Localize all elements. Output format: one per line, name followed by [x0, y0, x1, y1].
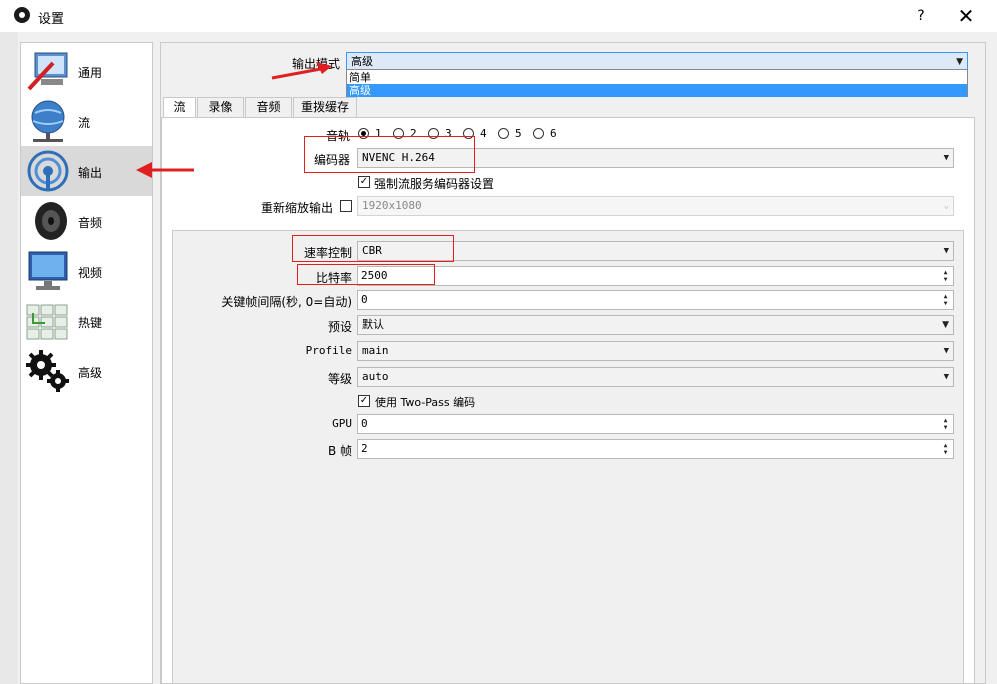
settings-sidebar: 通用 流 输出 音频 视频 热键 高级 [20, 42, 153, 684]
sidebar-item-general[interactable]: 通用 [21, 46, 152, 96]
sidebar-item-label: 高级 [78, 366, 103, 380]
profile-select[interactable]: main ▼ [357, 341, 954, 361]
enforce-settings-label: 强制流服务编码器设置 [374, 177, 495, 191]
sidebar-item-label: 音频 [78, 216, 103, 230]
rescale-label: 重新缩放输出 [260, 201, 333, 215]
chevron-down-icon: ▼ [943, 153, 949, 163]
two-pass-checkbox[interactable]: ✓ [358, 395, 370, 407]
sidebar-item-label: 输出 [78, 166, 103, 180]
keyframe-interval-label: 关键帧间隔(秒, 0=自动) [221, 295, 352, 309]
gpu-label: GPU [332, 417, 352, 430]
track-label-6: 6 [550, 127, 557, 140]
sidebar-item-audio[interactable]: 音频 [21, 196, 152, 246]
b-frames-spinbox[interactable]: 2 ▲ ▼ [357, 439, 954, 459]
output-mode-dropdown-list: 简单 高级 [346, 69, 968, 97]
annotation-box-bitrate [297, 264, 435, 285]
sidebar-item-hotkeys[interactable]: 热键 [21, 296, 152, 346]
tab-replay-buffer[interactable]: 重拨缓存 [293, 97, 357, 117]
profile-label: Profile [305, 344, 352, 357]
keyboard-icon [26, 304, 68, 340]
title-bar [0, 0, 997, 32]
track-label-4: 4 [480, 127, 487, 140]
annotation-arrow-output [136, 162, 194, 178]
help-button[interactable]: ? [910, 6, 932, 26]
sidebar-item-stream[interactable]: 流 [21, 96, 152, 146]
b-frames-label: B 帧 [327, 444, 352, 458]
spin-arrows-icon[interactable]: ▲ ▼ [940, 442, 951, 456]
spin-arrows-icon[interactable]: ▲ ▼ [940, 293, 951, 307]
keyframe-interval-spinbox[interactable]: 0 ▲ ▼ [357, 290, 954, 310]
track-label-5: 5 [515, 127, 522, 140]
dropdown-option-advanced[interactable]: 高级 [347, 84, 967, 97]
tab-stream[interactable]: 流 [163, 97, 196, 118]
track-radio-5[interactable] [498, 128, 509, 139]
track-radio-6[interactable] [533, 128, 544, 139]
annotation-box-encoder [304, 136, 475, 173]
chevron-down-icon: ▼ [943, 346, 949, 356]
gpu-spinbox[interactable]: 0 ▲ ▼ [357, 414, 954, 434]
preset-select[interactable]: 默认 ▼ [357, 315, 954, 335]
enforce-settings-checkbox[interactable]: ✓ [358, 176, 370, 188]
sidebar-item-output[interactable]: 输出 [21, 146, 152, 196]
monitor-icon [28, 251, 68, 290]
two-pass-label: 使用 Two-Pass 编码 [375, 396, 476, 409]
general-icon [27, 52, 68, 91]
dropdown-option-simple[interactable]: 简单 [347, 71, 967, 84]
sidebar-item-advanced[interactable]: 高级 [21, 346, 152, 396]
chevron-down-icon: ▼ [943, 372, 949, 382]
sidebar-item-label: 热键 [78, 316, 103, 330]
spin-arrows-icon[interactable]: ▲ ▼ [940, 269, 951, 283]
obs-logo-icon [14, 7, 30, 23]
tab-audio[interactable]: 音频 [245, 97, 292, 117]
chevron-down-icon: ⌄ [943, 201, 949, 211]
level-label: 等级 [327, 372, 352, 386]
gears-icon [26, 350, 69, 392]
bitrate-spinbox[interactable]: 2500 ▲ ▼ [357, 266, 954, 286]
tab-recording[interactable]: 录像 [197, 97, 244, 117]
stream-icon [31, 100, 65, 142]
close-button[interactable]: ✕ [954, 4, 978, 28]
sidebar-item-label: 视频 [78, 266, 103, 280]
output-icon [27, 150, 69, 192]
chevron-down-icon: ▼ [942, 320, 949, 330]
rescale-resolution-select[interactable]: 1920x1080 ⌄ [357, 196, 954, 216]
sidebar-item-label: 流 [78, 116, 91, 130]
level-select[interactable]: auto ▼ [357, 367, 954, 387]
window-title: 设置 [38, 12, 65, 27]
annotation-box-rate-control [292, 235, 454, 262]
sidebar-item-label: 通用 [78, 66, 103, 80]
sidebar-item-video[interactable]: 视频 [21, 246, 152, 296]
annotation-arrow-output-mode [271, 62, 332, 80]
preset-label: 预设 [327, 320, 352, 334]
speaker-icon [35, 202, 67, 240]
rescale-checkbox[interactable] [340, 200, 352, 212]
chevron-down-icon: ▼ [943, 246, 949, 256]
spin-arrows-icon[interactable]: ▲ ▼ [940, 417, 951, 431]
background-window-fragment [0, 32, 18, 684]
